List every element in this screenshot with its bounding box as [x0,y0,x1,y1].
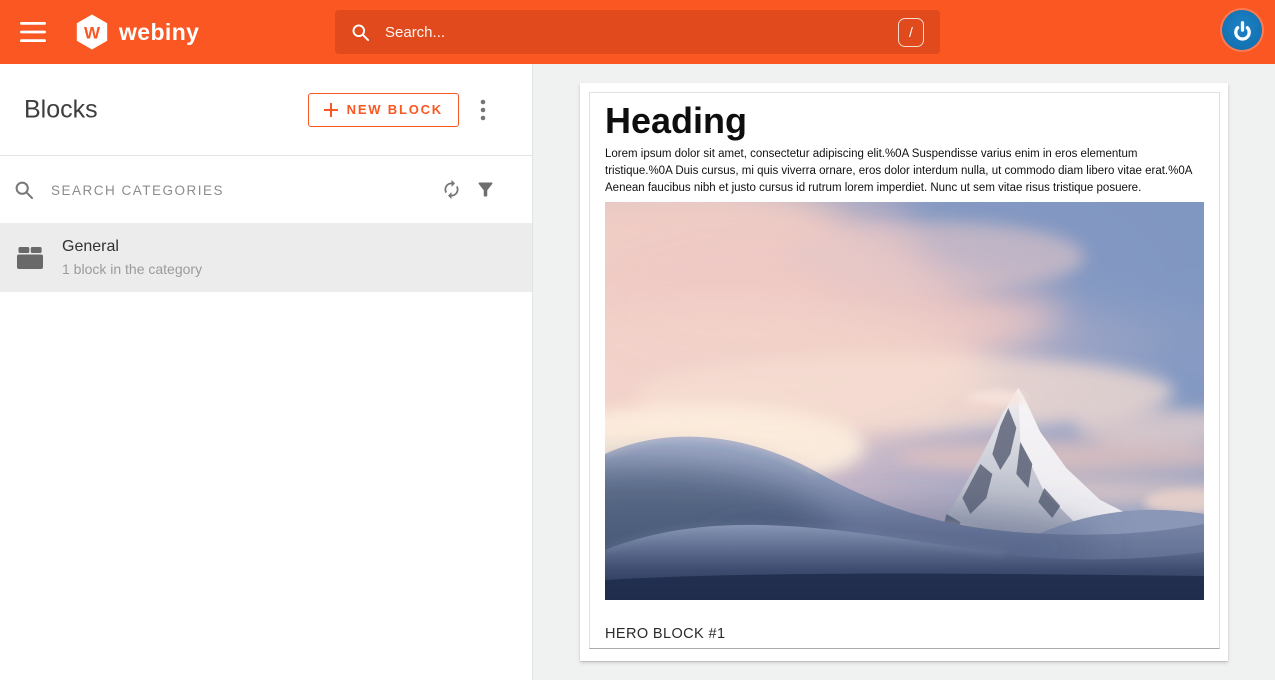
top-app-bar: W webiny / [0,0,1275,64]
user-avatar[interactable] [1222,10,1262,50]
slash-shortcut-badge: / [898,18,924,47]
block-list-item[interactable]: Heading Lorem ipsum dolor sit amet, cons… [580,83,1228,661]
webiny-logo[interactable]: W webiny [74,14,199,50]
preview-heading: Heading [605,101,1204,141]
block-preview-card: Heading Lorem ipsum dolor sit amet, cons… [589,92,1220,649]
logo-monogram: W [84,24,101,43]
category-icon [16,246,44,270]
new-block-button[interactable]: NEW BLOCK [308,93,459,127]
menu-button[interactable] [20,22,46,42]
webiny-admin-app: W webiny / Blocks [0,0,1275,680]
category-list: General 1 block in the category [0,223,532,292]
preview-paragraph: Lorem ipsum dolor sit amet, consectetur … [605,146,1204,197]
page-title: Blocks [24,95,98,124]
mountain-photo [605,202,1204,600]
new-block-label: NEW BLOCK [347,102,443,117]
search-icon [351,23,370,42]
main-content: Heading Lorem ipsum dolor sit amet, cons… [532,64,1275,680]
kebab-icon [480,99,486,121]
search-categories-icon [14,180,34,200]
filter-icon [475,179,496,200]
category-description: 1 block in the category [62,261,202,277]
sidebar-header: Blocks NEW BLOCK [0,64,532,156]
refresh-button[interactable] [434,173,468,207]
global-search-input[interactable] [383,23,898,42]
category-text: General 1 block in the category [62,238,202,277]
filter-button[interactable] [468,173,502,207]
blocks-sidebar: Blocks NEW BLOCK [0,64,532,680]
plus-icon [324,103,338,117]
power-icon [1232,20,1253,41]
more-options-button[interactable] [470,97,496,123]
mountain-photo-art [605,202,1204,600]
category-search-row [0,156,532,223]
hamburger-icon [20,22,46,42]
block-name-label: HERO BLOCK #1 [605,626,1204,642]
search-categories-input[interactable] [49,181,434,199]
category-name: General [62,238,202,256]
webiny-hexagon-icon: W [74,14,110,50]
global-search[interactable]: / [335,10,940,54]
logo-wordmark: webiny [119,14,199,50]
refresh-icon [441,179,462,200]
category-item-general[interactable]: General 1 block in the category [0,223,532,292]
